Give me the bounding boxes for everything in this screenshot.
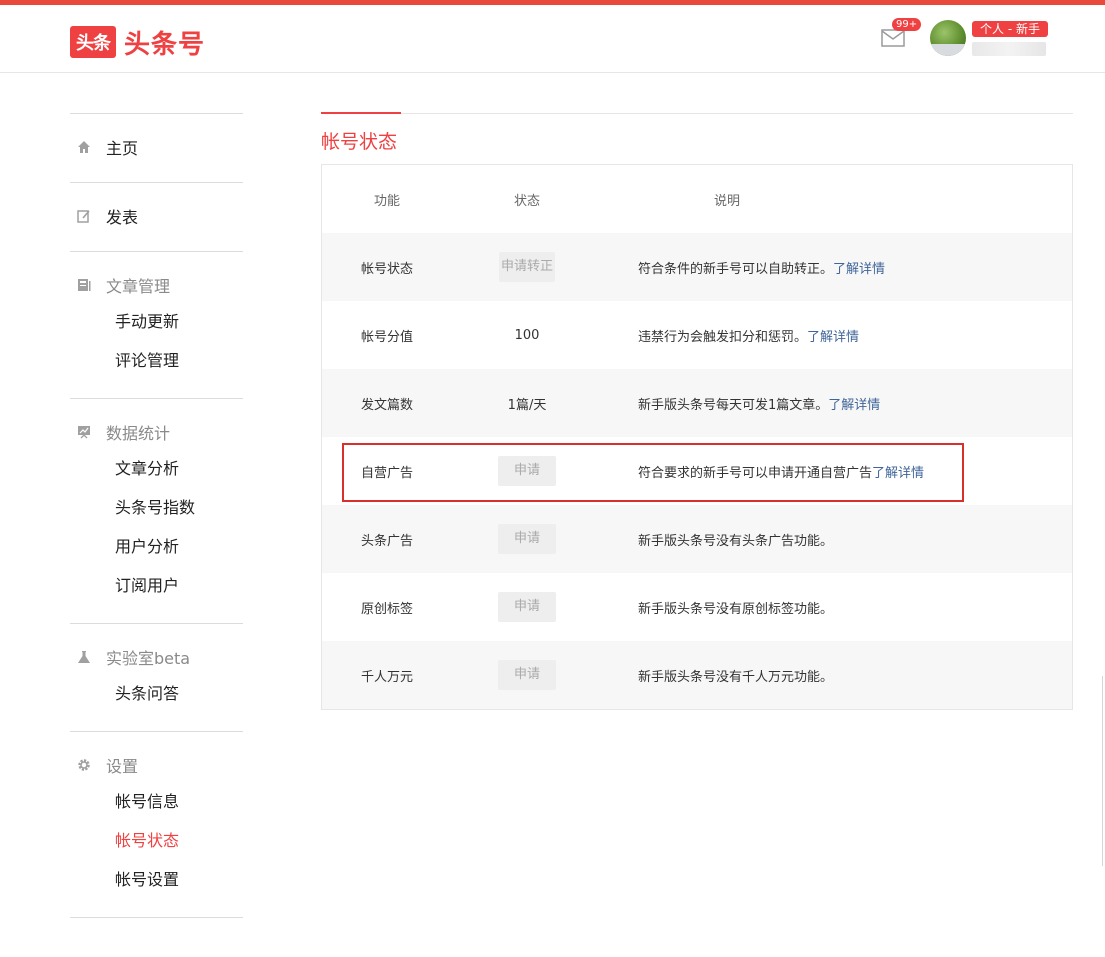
title-accent [321, 112, 401, 114]
table-row: 帐号状态 申请转正 符合条件的新手号可以自助转正。了解详情 [322, 233, 1072, 301]
sidebar-group-publish: 发表 [70, 182, 243, 251]
home-icon [76, 139, 92, 155]
description-text: 新手版头条号没有原创标签功能。 [638, 601, 834, 617]
user-name-redacted [972, 42, 1046, 56]
table-row: 原创标签 申请 新手版头条号没有原创标签功能。 [322, 573, 1072, 641]
learn-more-link[interactable]: 了解详情 [828, 398, 880, 413]
description: 违禁行为会触发扣分和惩罚。了解详情 [602, 326, 1072, 345]
description: 符合条件的新手号可以自助转正。了解详情 [602, 258, 1072, 277]
sidebar-item-account-status[interactable]: 帐号状态 [70, 821, 243, 860]
article-icon [76, 277, 92, 293]
feature-name: 头条广告 [360, 533, 413, 549]
account-status-table: 功能 状态 说明 帐号状态 申请转正 符合条件的新手号可以自助转正。了解详情 帐… [321, 164, 1073, 710]
title-divider [321, 113, 1073, 114]
user-level-tag: 个人 - 新手 [972, 21, 1048, 37]
chart-icon [76, 424, 92, 440]
sidebar-item-data-stats: 数据统计 [70, 415, 243, 449]
feature-name: 帐号状态 [360, 261, 413, 277]
feature-name: 原创标签 [360, 601, 413, 617]
avatar[interactable] [930, 20, 966, 56]
sidebar-item-article-management: 文章管理 [70, 268, 243, 302]
description-text: 符合条件的新手号可以自助转正。 [638, 261, 834, 277]
feature-name: 千人万元 [360, 669, 413, 685]
mail-count-badge: 99+ [892, 18, 922, 31]
apply-button[interactable]: 申请 [497, 456, 556, 486]
apply-button[interactable]: 申请 [497, 524, 556, 554]
description-text: 新手版头条号没有千人万元功能。 [638, 669, 834, 685]
gear-icon [76, 757, 92, 773]
sidebar-item-article-analysis[interactable]: 文章分析 [70, 449, 243, 488]
sidebar-group-data: 数据统计 文章分析 头条号指数 用户分析 订阅用户 [70, 398, 243, 623]
sidebar-item-publish[interactable]: 发表 [70, 199, 243, 233]
sidebar-item-toutiao-qa[interactable]: 头条问答 [70, 674, 243, 713]
page-title: 帐号状态 [321, 131, 398, 153]
sidebar-item-comment-management[interactable]: 评论管理 [70, 341, 243, 380]
feature-name: 帐号分值 [360, 329, 413, 345]
sidebar-item-label: 数据统计 [106, 424, 171, 443]
flask-icon [76, 649, 92, 665]
table-row: 千人万元 申请 新手版头条号没有千人万元功能。 [322, 641, 1072, 709]
table-row: 自营广告 申请 符合要求的新手号可以申请开通自营广告了解详情 [322, 437, 1072, 505]
learn-more-link[interactable]: 了解详情 [872, 466, 924, 481]
column-header-status: 状态 [513, 193, 540, 209]
learn-more-link[interactable]: 了解详情 [807, 330, 859, 345]
table-row: 头条广告 申请 新手版头条号没有头条广告功能。 [322, 505, 1072, 573]
column-header-description: 说明 [713, 193, 740, 209]
sidebar-item-account-info[interactable]: 帐号信息 [70, 782, 243, 821]
logo-badge: 头条 [70, 26, 116, 58]
sidebar-group-articles: 文章管理 手动更新 评论管理 [70, 251, 243, 398]
sidebar-group-lab: 实验室beta 头条问答 [70, 623, 243, 731]
description-text: 新手版头条号每天可发1篇文章。 [638, 397, 829, 413]
sidebar-item-manual-update[interactable]: 手动更新 [70, 302, 243, 341]
description-text: 新手版头条号没有头条广告功能。 [638, 533, 834, 549]
logo-text: 头条号 [124, 29, 206, 60]
description-text: 违禁行为会触发扣分和惩罚。 [638, 329, 808, 345]
table-row: 发文篇数 1篇/天 新手版头条号每天可发1篇文章。了解详情 [322, 369, 1072, 437]
sidebar: 主页 发表 文章管理 手动更新 评论管理 数据统计 文章分析 头条号指数 用户分… [70, 113, 243, 918]
logo[interactable]: 头条 头条号 [70, 25, 206, 60]
sidebar-item-label: 发表 [106, 208, 139, 227]
apply-button[interactable]: 申请 [497, 660, 556, 690]
apply-button[interactable]: 申请 [497, 592, 556, 622]
sidebar-item-label: 设置 [106, 757, 139, 776]
table-header: 功能 状态 说明 [322, 165, 1072, 233]
sidebar-item-subscribers[interactable]: 订阅用户 [70, 566, 243, 605]
status-value: 1篇/天 [507, 397, 547, 413]
sidebar-item-home[interactable]: 主页 [70, 130, 243, 164]
sidebar-item-user-analysis[interactable]: 用户分析 [70, 527, 243, 566]
table-row: 帐号分值 100 违禁行为会触发扣分和惩罚。了解详情 [322, 301, 1072, 369]
apply-regular-button[interactable]: 申请转正 [498, 252, 555, 282]
description-text: 符合要求的新手号可以申请开通自营广告 [638, 465, 873, 481]
column-header-feature: 功能 [373, 193, 400, 209]
sidebar-item-toutiao-index[interactable]: 头条号指数 [70, 488, 243, 527]
sidebar-bottom-divider [70, 917, 243, 918]
sidebar-item-label: 文章管理 [106, 277, 171, 296]
description: 新手版头条号每天可发1篇文章。了解详情 [602, 394, 1072, 413]
sidebar-item-settings: 设置 [70, 748, 243, 782]
sidebar-item-account-settings[interactable]: 帐号设置 [70, 860, 243, 899]
sidebar-item-label: 主页 [106, 139, 139, 158]
sidebar-item-label: 实验室beta [106, 649, 191, 668]
status-value: 100 [514, 327, 540, 343]
feature-name: 自营广告 [360, 465, 413, 481]
feature-name: 发文篇数 [360, 397, 413, 413]
sidebar-item-lab: 实验室beta [70, 640, 243, 674]
sidebar-group-settings: 设置 帐号信息 帐号状态 帐号设置 [70, 731, 243, 917]
sidebar-group-home: 主页 [70, 113, 243, 182]
edit-icon [76, 208, 92, 224]
description: 符合要求的新手号可以申请开通自营广告了解详情 [602, 462, 1072, 481]
mail-icon[interactable] [881, 28, 905, 48]
learn-more-link[interactable]: 了解详情 [833, 262, 885, 277]
